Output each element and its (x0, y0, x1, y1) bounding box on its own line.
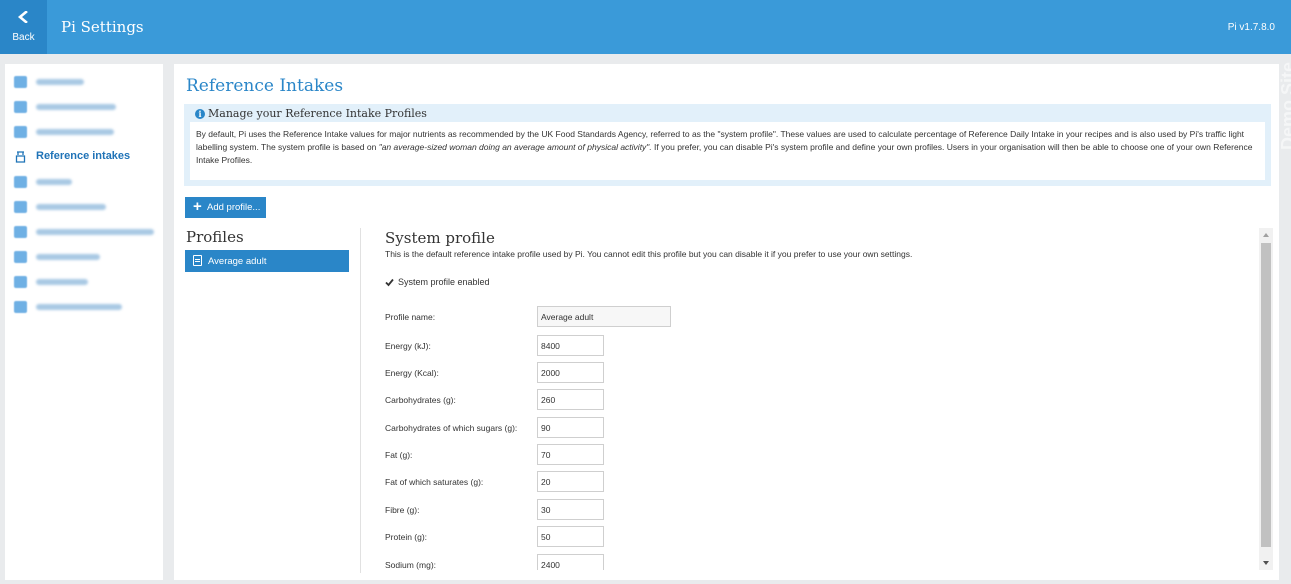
system-profile-enabled-checkbox[interactable] (385, 278, 394, 287)
sidebar-item-label-blurred (36, 304, 122, 310)
sidebar-item-label-blurred (36, 204, 106, 210)
sidebar-item-5[interactable] (14, 174, 159, 190)
plus-icon: + (193, 198, 202, 215)
system-profile-detail: System profile This is the default refer… (372, 228, 1245, 570)
profile-item-average-adult[interactable]: Average adult (185, 250, 349, 272)
chevron-left-icon (17, 11, 28, 23)
scroll-down-arrow-icon[interactable] (1259, 556, 1273, 570)
profile-item-label: Average adult (208, 256, 267, 267)
sidebar: Reference intakes (5, 64, 163, 580)
demo-site-watermark: Demo Site (1278, 61, 1291, 150)
sidebar-item-label-blurred (36, 254, 100, 260)
settings-icon (14, 301, 27, 313)
page-title: Reference Intakes (186, 76, 344, 96)
system-profile-title: System profile (385, 229, 495, 247)
fat-field[interactable] (537, 444, 604, 465)
sodium-label: Sodium (mg): (385, 560, 437, 570)
info-heading: i Manage your Reference Intake Profiles (195, 107, 427, 120)
main-panel: Reference Intakes i Manage your Reference… (174, 64, 1279, 580)
profile-name-field[interactable] (537, 306, 671, 327)
top-bar: Back Pi Settings Pi v1.7.8.0 (0, 0, 1291, 54)
sidebar-item-label-blurred (36, 279, 88, 285)
organisation-icon (14, 126, 27, 138)
protein-field[interactable] (537, 526, 604, 547)
fibre-label: Fibre (g): (385, 505, 420, 515)
scrollbar-thumb[interactable] (1261, 243, 1271, 547)
sidebar-item-label-blurred (36, 79, 84, 85)
document-icon (193, 255, 202, 266)
gear-icon (14, 251, 27, 263)
key-icon (14, 226, 27, 238)
sidebar-item-label: Reference intakes (36, 150, 131, 162)
saturates-field[interactable] (537, 471, 604, 492)
sidebar-item-8[interactable] (14, 249, 159, 265)
energy-kcal-label: Energy (Kcal): (385, 368, 439, 378)
beaker-icon (15, 151, 26, 163)
energy-kcal-field[interactable] (537, 362, 604, 383)
system-profile-description: This is the default reference intake pro… (385, 249, 913, 259)
group-icon (14, 176, 27, 188)
info-icon: i (195, 109, 205, 119)
carbohydrates-label: Carbohydrates (g): (385, 395, 456, 405)
sidebar-item-label-blurred (36, 104, 116, 110)
panel-divider (360, 228, 361, 573)
version-label: Pi v1.7.8.0 (1227, 22, 1275, 33)
scroll-up-arrow-icon[interactable] (1259, 228, 1273, 242)
person-icon (14, 76, 27, 88)
wrench-icon (14, 276, 27, 288)
sidebar-item-3[interactable] (14, 124, 159, 140)
sidebar-item-2[interactable] (14, 99, 159, 115)
sugars-label: Carbohydrates of which sugars (g): (385, 423, 518, 433)
system-profile-enabled-label: System profile enabled (398, 277, 490, 287)
info-heading-text: Manage your Reference Intake Profiles (208, 107, 427, 120)
sidebar-item-label-blurred (36, 129, 114, 135)
sidebar-item-9[interactable] (14, 274, 159, 290)
info-text-quote: "an average-sized woman doing an average… (378, 142, 652, 152)
back-button[interactable]: Back (0, 0, 47, 54)
carbohydrates-field[interactable] (537, 389, 604, 410)
info-text: By default, Pi uses the Reference Intake… (190, 122, 1265, 180)
sidebar-item-reference-intakes[interactable]: Reference intakes (14, 149, 159, 165)
sodium-field[interactable] (537, 554, 604, 570)
sidebar-item-label-blurred (36, 229, 154, 235)
sidebar-item-10[interactable] (14, 299, 159, 315)
sidebar-item-label-blurred (36, 179, 72, 185)
users-icon (14, 101, 27, 113)
energy-kj-field[interactable] (537, 335, 604, 356)
sugars-field[interactable] (537, 417, 604, 438)
info-box: i Manage your Reference Intake Profiles B… (184, 104, 1271, 186)
profile-name-label: Profile name: (385, 312, 436, 322)
category-icon (14, 201, 27, 213)
protein-label: Protein (g): (385, 532, 428, 542)
add-profile-button[interactable]: + Add profile... (185, 197, 266, 218)
add-profile-label: Add profile... (207, 202, 261, 213)
fat-label: Fat (g): (385, 450, 413, 460)
back-label: Back (12, 32, 35, 43)
saturates-label: Fat of which saturates (g): (385, 477, 484, 487)
app-title: Pi Settings (61, 18, 144, 36)
sidebar-item-7[interactable] (14, 224, 159, 240)
fibre-field[interactable] (537, 499, 604, 520)
sidebar-item-6[interactable] (14, 199, 159, 215)
energy-kj-label: Energy (kJ): (385, 341, 431, 351)
sidebar-item-1[interactable] (14, 74, 159, 90)
detail-scrollbar[interactable] (1259, 228, 1273, 570)
profiles-title: Profiles (186, 228, 244, 246)
